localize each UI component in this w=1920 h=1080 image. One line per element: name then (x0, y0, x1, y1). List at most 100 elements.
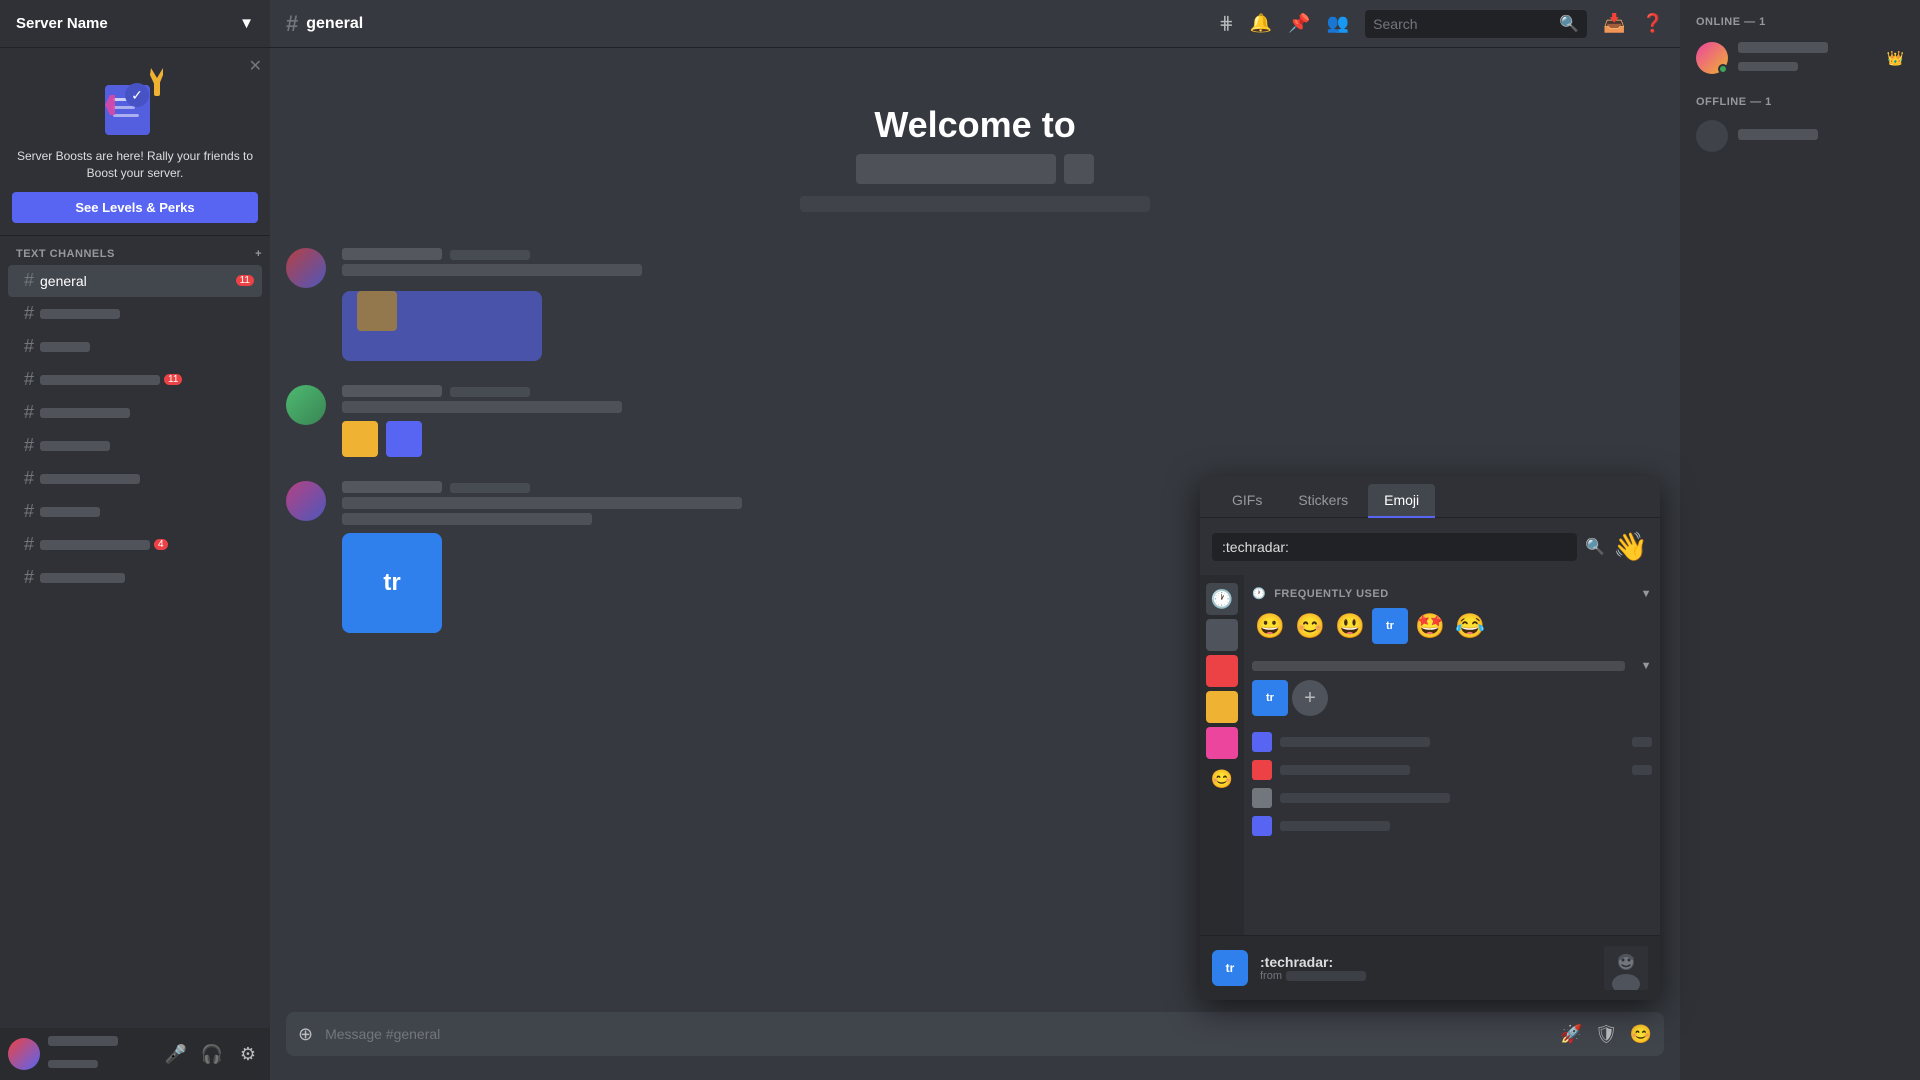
emoji-tr-custom[interactable]: tr (1372, 608, 1408, 644)
emoji-info-row (1252, 812, 1652, 840)
close-icon[interactable]: ✕ (249, 56, 262, 76)
add-emoji-button[interactable]: + (1292, 680, 1328, 716)
member-item-online[interactable]: 👑 (1688, 36, 1912, 80)
shield-icon[interactable]: 🛡 (1595, 1024, 1618, 1045)
message-username (342, 481, 442, 493)
message-image (342, 291, 542, 361)
right-sidebar: ONLINE — 1 👑 OFFLINE — 1 (1680, 0, 1920, 1080)
server-header[interactable]: Server Name ▼ (0, 0, 270, 48)
notification-bell-icon[interactable]: 🔔 (1250, 13, 1272, 34)
emoji-picker-tabs: GIFs Stickers Emoji (1200, 476, 1660, 518)
wave-emoji[interactable]: 👋 (1613, 530, 1648, 563)
emoji-smiling-hug[interactable]: 🤩 (1412, 608, 1448, 644)
offline-section-header: OFFLINE — 1 (1688, 96, 1912, 108)
emoji-category-smile[interactable]: 😊 (1206, 763, 1238, 795)
chevron-down-icon: ▼ (1641, 660, 1652, 672)
search-icon: 🔍 (1585, 537, 1605, 557)
svg-text:✓: ✓ (131, 87, 143, 103)
message-text (342, 497, 742, 509)
tab-emoji[interactable]: Emoji (1368, 484, 1435, 518)
hash-icon: # (24, 369, 34, 390)
channel-name-display: # general (286, 11, 363, 37)
avatar (1696, 120, 1728, 152)
channel-item-3[interactable]: # (8, 331, 262, 363)
tab-stickers[interactable]: Stickers (1282, 484, 1364, 518)
channel-item-10[interactable]: # (8, 562, 262, 594)
emoji-category-color-2[interactable] (1206, 655, 1238, 687)
boost-icon-area: ✓ (12, 60, 258, 140)
text-channels-header[interactable]: TEXT CHANNELS + (0, 244, 270, 264)
settings-icon[interactable]: ⚙ (234, 1040, 262, 1068)
members-icon[interactable]: 👥 (1327, 13, 1349, 34)
channel-item-8[interactable]: # (8, 496, 262, 528)
emoji-info-row (1252, 784, 1652, 812)
tab-gifs[interactable]: GIFs (1216, 484, 1278, 518)
emoji-footer-icon: tr (1212, 950, 1248, 986)
hash-icon: # (24, 270, 34, 291)
message-timestamp (450, 250, 530, 260)
emoji-info-row (1252, 728, 1652, 756)
message-text (342, 264, 642, 276)
add-channel-icon[interactable]: + (255, 248, 262, 260)
emoji-category-color-4[interactable] (1206, 727, 1238, 759)
channel-item-6[interactable]: # (8, 430, 262, 462)
emoji-category-color-3[interactable] (1206, 691, 1238, 723)
left-sidebar: Server Name ▼ ✕ ✓ (0, 0, 270, 1080)
recent-icon[interactable]: 🕐 (1206, 583, 1238, 615)
avatar (8, 1038, 40, 1070)
help-icon[interactable]: ❓ (1642, 13, 1664, 34)
emoji-content: 🕐 FREQUENTLY USED ▼ 😀 😊 😃 tr 🤩 😂 ▼ tr + (1244, 575, 1660, 935)
emoji-grinning-big[interactable]: 😃 (1332, 608, 1368, 644)
online-section-header: ONLINE — 1 (1688, 16, 1912, 28)
emoji-preview-thumbnail (1604, 946, 1648, 990)
emoji-category-sidebar: 🕐 😊 (1200, 575, 1244, 935)
headphones-icon[interactable]: 🎧 (198, 1040, 226, 1068)
message-text (342, 401, 622, 413)
hash-icon: # (24, 534, 34, 555)
message-item (286, 244, 1664, 365)
sticker (386, 421, 422, 457)
avatar (286, 385, 326, 425)
emoji-smile-icon[interactable]: 😊 (1630, 1024, 1652, 1045)
hash-icon: # (24, 567, 34, 588)
welcome-subtitle (270, 154, 1680, 184)
emoji-tr-custom-2[interactable]: tr (1252, 680, 1288, 716)
frequently-used-grid: 😀 😊 😃 tr 🤩 😂 (1252, 608, 1652, 644)
see-levels-perks-button[interactable]: See Levels & Perks (12, 192, 258, 223)
channel-item-4[interactable]: # 11 (8, 364, 262, 396)
channel-list: TEXT CHANNELS + # general 11 # # # 11 (0, 236, 270, 1028)
emoji-footer-name: :techradar: (1260, 954, 1592, 970)
microphone-icon[interactable]: 🎤 (162, 1040, 190, 1068)
channel-badge: 11 (164, 374, 182, 385)
emoji-grinning[interactable]: 😀 (1252, 608, 1288, 644)
search-box[interactable]: 🔍 (1365, 10, 1587, 38)
search-input[interactable] (1373, 16, 1551, 32)
frequently-used-header[interactable]: 🕐 FREQUENTLY USED ▼ (1252, 583, 1652, 608)
emoji-category-color-1[interactable] (1206, 619, 1238, 651)
emoji-smiling-hearts[interactable]: 😊 (1292, 608, 1328, 644)
channel-item-general[interactable]: # general 11 (8, 265, 262, 297)
inbox-icon[interactable]: 📥 (1603, 13, 1625, 34)
channel-item-9[interactable]: # 4 (8, 529, 262, 561)
channel-item-7[interactable]: # (8, 463, 262, 495)
member-item-offline[interactable] (1688, 116, 1912, 156)
boost-send-icon[interactable]: 🚀 (1560, 1024, 1582, 1045)
emoji-picker-body: 🕐 😊 🕐 FREQUENTLY USED ▼ 😀 😊 😃 tr 🤩 😂 (1200, 575, 1660, 935)
pin-icon[interactable]: 📌 (1288, 13, 1310, 34)
message-username (342, 385, 442, 397)
emoji-info-row (1252, 756, 1652, 784)
emoji-laughing[interactable]: 😂 (1452, 608, 1488, 644)
channel-item-2[interactable]: # (8, 298, 262, 330)
hash-icon: # (24, 501, 34, 522)
server-name: Server Name (16, 15, 108, 32)
emoji-search-input[interactable] (1212, 533, 1577, 561)
threads-icon[interactable]: ⋕ (1219, 13, 1234, 34)
channel-title: general (306, 15, 363, 33)
avatar (1696, 42, 1728, 74)
avatar (286, 481, 326, 521)
source-server-blurred (1286, 971, 1366, 981)
message-input[interactable] (325, 1026, 1548, 1042)
custom-server-header[interactable]: ▼ (1252, 656, 1652, 680)
add-icon[interactable]: ⊕ (298, 1024, 313, 1045)
channel-item-5[interactable]: # (8, 397, 262, 429)
